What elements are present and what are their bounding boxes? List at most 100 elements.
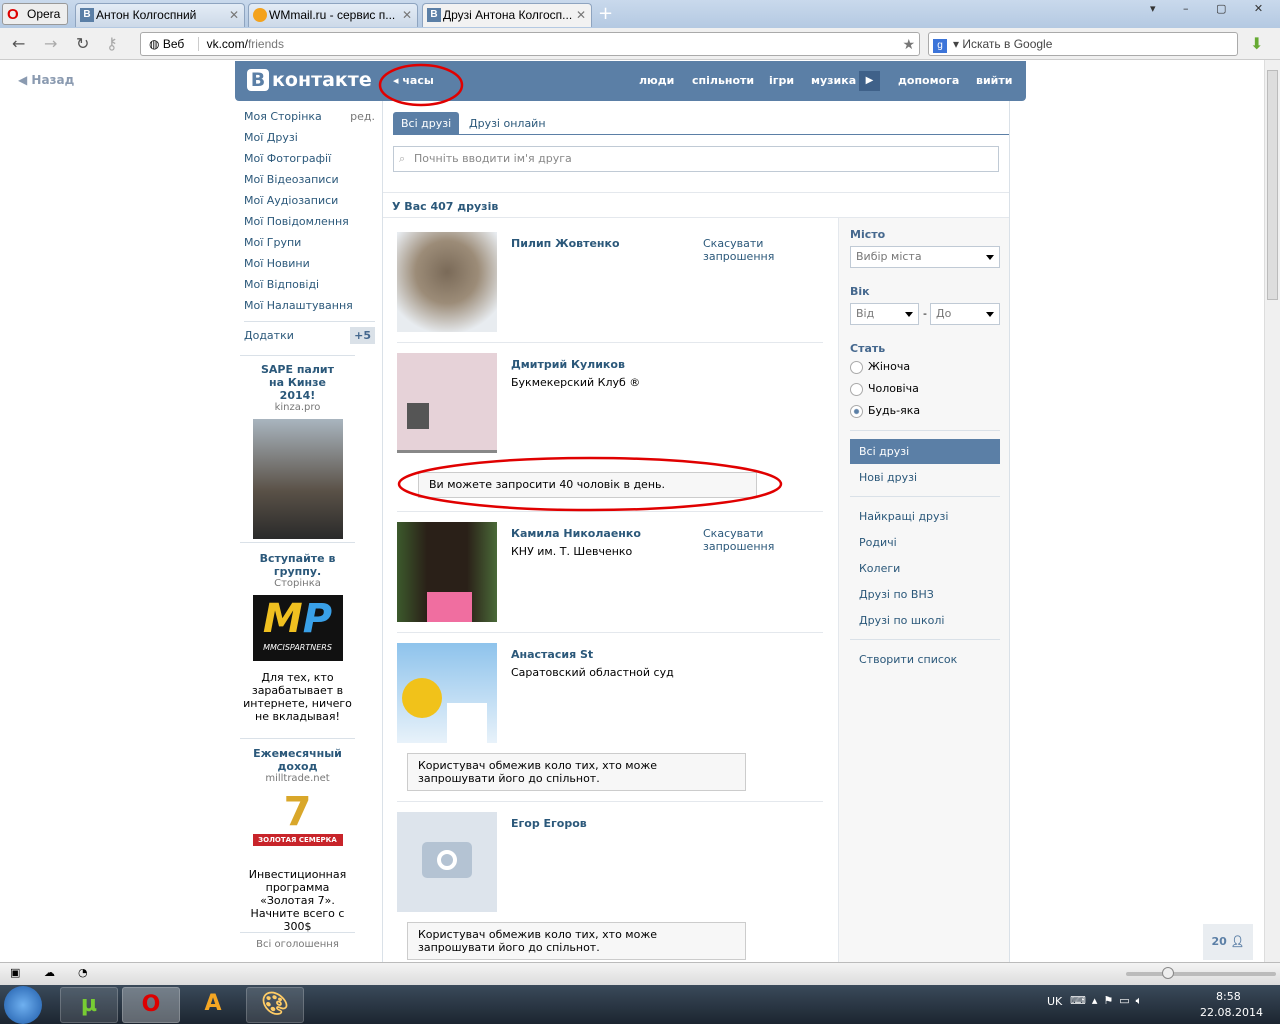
divider (850, 496, 1000, 497)
friend-name[interactable]: Дмитрий Куликов (511, 358, 625, 371)
download-icon[interactable]: ⬇ (1250, 34, 1263, 53)
nav-my-news[interactable]: Мої Новини (244, 257, 375, 278)
panel-toggle-icon[interactable]: ▣ (10, 966, 20, 979)
ad-block[interactable]: SAPE палит на Кинзе 2014! kinza.pro (240, 363, 355, 539)
friend-photo[interactable] (397, 812, 497, 912)
list-school-friends[interactable]: Друзі по школі (850, 608, 1000, 633)
back-link[interactable]: ◀ Назад (18, 73, 74, 87)
utorrent-taskbar-icon[interactable]: µ (60, 987, 118, 1023)
friend-name[interactable]: Камила Николаенко (511, 527, 641, 540)
age-from-select[interactable]: Від (850, 303, 919, 325)
chevron-down-icon (986, 312, 994, 321)
nav-apps[interactable]: Додатки +5 (244, 321, 375, 345)
nav-help[interactable]: допомога (898, 74, 959, 87)
vk-logo[interactable]: Вконтакте (247, 69, 372, 91)
restriction-notice: Користувач обмежив коло тих, хто може за… (407, 753, 746, 791)
nav-my-audios[interactable]: Мої Аудіозаписи (244, 194, 375, 215)
nav-music[interactable]: музика (811, 74, 856, 87)
edit-link[interactable]: ред. (350, 110, 375, 124)
all-ads-link[interactable]: Всі оголошення (240, 939, 355, 950)
list-best-friends[interactable]: Найкращі друзі (850, 504, 1000, 529)
chevron-down-icon[interactable]: ▾ (953, 37, 962, 51)
close-tab-icon[interactable]: ✕ (229, 4, 239, 26)
turbo-icon[interactable]: ☁ (44, 966, 55, 979)
nav-my-answers[interactable]: Мої Відповіді (244, 278, 375, 299)
bookmark-star-icon[interactable]: ★ (902, 33, 915, 55)
friend-photo[interactable] (397, 522, 497, 622)
start-button[interactable] (4, 986, 42, 1024)
sex-any-radio[interactable]: Будь-яка (850, 404, 920, 418)
nav-communities[interactable]: спільноти (692, 74, 754, 87)
page-scrollbar[interactable] (1264, 60, 1280, 962)
paint-taskbar-icon[interactable]: 🎨︎ (246, 987, 304, 1023)
friend-search-input[interactable]: ⌕ Почніть вводити ім'я друга (393, 146, 999, 172)
language-indicator[interactable]: UK (1047, 995, 1062, 1008)
nav-my-settings[interactable]: Мої Налаштування (244, 299, 375, 320)
clock-date[interactable]: 22.08.2014 (1200, 1006, 1263, 1019)
nav-my-groups[interactable]: Мої Групи (244, 236, 375, 257)
list-new-friends[interactable]: Нові друзі (850, 465, 1000, 490)
ad-block[interactable]: Ежемесячный доход milltrade.net 7 ЗОЛОТАЯ… (240, 747, 355, 933)
opera-logo-icon: O (7, 6, 19, 23)
close-tab-icon[interactable]: ✕ (402, 4, 412, 26)
city-select[interactable]: Вибір міста (850, 246, 1000, 268)
create-list-link[interactable]: Створити список (850, 647, 1000, 672)
cancel-request-link[interactable]: Скасувати запрошення (703, 527, 793, 553)
browser-tab-active[interactable]: B Друзі Антона Колгосп... ✕ (422, 3, 592, 27)
cancel-request-link[interactable]: Скасувати запрошення (703, 237, 793, 263)
sex-male-radio[interactable]: Чоловіча (850, 382, 919, 396)
friend-row: Анастасия St Саратовский областной суд (397, 643, 823, 743)
new-tab-icon[interactable]: + (598, 3, 613, 24)
reload-icon[interactable]: ↻ (76, 34, 89, 53)
divider (397, 342, 823, 343)
nav-my-videos[interactable]: Мої Відеозаписи (244, 173, 375, 194)
scroll-to-top-counter[interactable]: 20 👤︎ (1203, 924, 1253, 960)
zoom-slider[interactable] (1126, 967, 1276, 979)
list-relatives[interactable]: Родичі (850, 530, 1000, 555)
close-tab-icon[interactable]: ✕ (576, 4, 586, 26)
scrollbar-thumb[interactable] (1267, 70, 1278, 300)
nav-people[interactable]: люди (639, 74, 674, 87)
friend-info: Букмекерский Клуб ® (511, 376, 641, 389)
apps-badge: +5 (350, 327, 375, 344)
invite-limit-notice: Ви можете запросити 40 чоловік в день. (418, 472, 757, 498)
opera-taskbar-icon[interactable]: O (122, 987, 180, 1023)
search-icon: ⌕ (399, 152, 406, 165)
friend-name[interactable]: Егор Егоров (511, 817, 587, 830)
left-nav: Моя Сторінка ред. Мої Друзі Мої Фотографі… (244, 110, 375, 345)
browser-tab[interactable]: WMmail.ru - сервис п... ✕ (248, 3, 418, 27)
tab-all-friends[interactable]: Всі друзі (393, 112, 460, 135)
nav-my-page[interactable]: Моя Сторінка ред. (244, 110, 375, 131)
audio-play-button[interactable]: ▶ (859, 71, 880, 91)
speed-dial-icon[interactable]: ◔ (78, 966, 88, 979)
friend-name[interactable]: Анастасия St (511, 648, 593, 661)
tab-online-friends[interactable]: Друзі онлайн (461, 112, 554, 135)
nav-logout[interactable]: вийти (976, 74, 1012, 87)
browser-tab[interactable]: B Антон Колгоспний ✕ (75, 3, 245, 27)
friend-photo[interactable] (397, 643, 497, 743)
search-engine-field[interactable]: g ▾ Искать в Google (928, 32, 1238, 56)
forward-arrow-icon[interactable]: → (44, 34, 57, 53)
aimp-taskbar-icon[interactable]: A (184, 987, 242, 1023)
friend-photo[interactable] (397, 232, 497, 332)
window-controls[interactable]: ▾ – ▢ ✕ (1150, 2, 1276, 20)
url-field[interactable]: ◍ Веб vk.com/friends ★ (140, 32, 920, 56)
opera-menu-button[interactable]: O Opera (2, 3, 68, 25)
sex-female-radio[interactable]: Жіноча (850, 360, 910, 374)
ad-block[interactable]: Вступайте в группу. Сторінка MP MMCISPART… (240, 552, 355, 723)
tray-icons[interactable]: ⌨▴⚑▭🔈︎ (1070, 994, 1148, 1008)
list-university-friends[interactable]: Друзі по ВНЗ (850, 582, 1000, 607)
friend-photo[interactable] (397, 353, 497, 453)
list-all-friends[interactable]: Всі друзі (850, 439, 1000, 464)
nav-my-friends[interactable]: Мої Друзі (244, 131, 375, 152)
list-colleagues[interactable]: Колеги (850, 556, 1000, 581)
clock-time[interactable]: 8:58 (1216, 990, 1241, 1003)
nav-my-photos[interactable]: Мої Фотографії (244, 152, 375, 173)
key-icon[interactable]: ⚷ (106, 34, 118, 53)
back-arrow-icon[interactable]: ← (12, 34, 25, 53)
friend-name[interactable]: Пилип Жовтенко (511, 237, 620, 250)
age-to-select[interactable]: До (930, 303, 1000, 325)
nav-games[interactable]: ігри (769, 74, 794, 87)
header-back-link[interactable]: ◂ часы (393, 74, 434, 87)
nav-my-messages[interactable]: Мої Повідомлення (244, 215, 375, 236)
